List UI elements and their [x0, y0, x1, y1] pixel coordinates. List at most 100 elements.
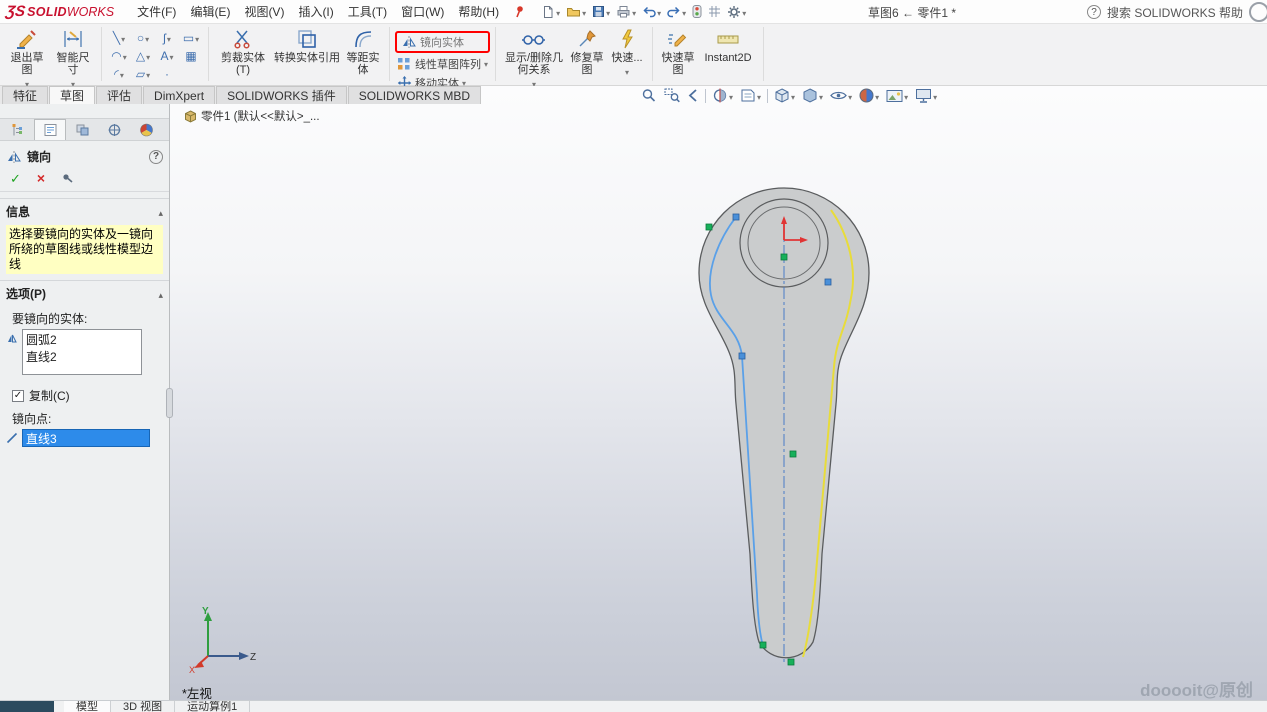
tab-solidworks-addins[interactable]: SOLIDWORKS 插件 [216, 86, 347, 104]
zoom-area-icon[interactable] [663, 88, 681, 103]
dropdown-caret[interactable] [120, 67, 124, 81]
dropdown-caret[interactable] [167, 31, 171, 45]
convert-entities-button[interactable]: 转换实体引用 [272, 26, 342, 77]
help-search-label[interactable]: 搜索 SOLIDWORKS 帮助 [1107, 4, 1243, 21]
panel-splitter-handle[interactable] [166, 388, 173, 418]
entity-item[interactable]: 圆弧2 [26, 331, 138, 348]
mirror-about-field[interactable]: 直线3 [22, 429, 150, 447]
display-manager-tab[interactable] [130, 119, 162, 140]
dropdown-caret[interactable] [848, 89, 852, 103]
dropdown-caret[interactable] [484, 58, 488, 70]
configuration-manager-tab[interactable] [66, 119, 98, 140]
sketch-tool-circle[interactable] [131, 29, 155, 47]
dropdown-caret[interactable] [146, 67, 150, 81]
search-icon[interactable] [1249, 2, 1267, 22]
repair-sketch-button[interactable]: 修复草图 [567, 26, 607, 91]
help-icon[interactable] [1087, 5, 1101, 19]
collapse-chevron-icon[interactable] [158, 287, 163, 301]
trim-entities-button[interactable]: 剪裁实体(T) [214, 26, 272, 77]
menu-view[interactable]: 视图(V) [237, 0, 291, 23]
view-settings-icon[interactable] [914, 88, 938, 103]
dropdown-caret[interactable] [606, 5, 610, 19]
offset-entities-button[interactable]: 等距实体 [342, 26, 384, 77]
dropdown-caret[interactable] [791, 89, 795, 103]
hide-show-items-icon[interactable] [829, 89, 853, 103]
pm-help-icon[interactable] [149, 150, 163, 164]
feature-tree-root[interactable]: 零件1 (默认<<默认>_... [184, 108, 320, 124]
dropdown-caret[interactable] [657, 5, 661, 19]
edit-appearance-icon[interactable] [858, 88, 880, 103]
zoom-fit-icon[interactable] [640, 88, 658, 103]
options-gear-icon[interactable] [725, 4, 748, 20]
sketch-tool-line[interactable] [107, 29, 131, 47]
smart-dimension-button[interactable]: 智能尺寸 [50, 26, 96, 91]
instant2d-button[interactable]: Instant2D [698, 26, 758, 77]
sketch-tool-rectangle[interactable] [179, 29, 203, 47]
previous-view-icon[interactable] [686, 88, 700, 103]
dropdown-caret[interactable] [819, 89, 823, 103]
section-view-icon[interactable] [711, 88, 734, 103]
dropdown-caret[interactable] [632, 5, 636, 19]
cancel-button[interactable]: × [37, 171, 45, 185]
copy-checkbox[interactable] [12, 390, 24, 402]
quick-snaps-button[interactable]: 快速... [607, 26, 647, 91]
dropdown-caret[interactable] [582, 5, 586, 19]
tab-sketch[interactable]: 草图 [49, 86, 95, 104]
dropdown-caret[interactable] [625, 64, 629, 78]
collapse-chevron-icon[interactable] [158, 205, 163, 219]
ok-button[interactable]: ✓ [10, 172, 21, 185]
display-style-icon[interactable] [801, 88, 824, 103]
annotation-views-icon[interactable] [739, 88, 762, 103]
model-tab[interactable]: 模型 [64, 701, 111, 712]
sketch-tool-grid[interactable] [179, 47, 203, 65]
dropdown-caret[interactable] [145, 31, 149, 45]
entity-item[interactable]: 直线2 [26, 348, 138, 365]
sketch-tool-point[interactable] [155, 65, 179, 83]
dropdown-caret[interactable] [757, 89, 761, 103]
exit-sketch-button[interactable]: 退出草图 [4, 26, 50, 91]
linear-sketch-pattern-button[interactable]: 线性草图阵列 [395, 56, 490, 72]
dimxpert-manager-tab[interactable] [98, 119, 130, 140]
motion-study-tab[interactable]: 运动算例1 [175, 701, 250, 712]
property-manager-tab[interactable] [34, 119, 66, 140]
message-section-header[interactable]: 信息 [0, 198, 169, 222]
sketch-grid-icon[interactable] [706, 4, 723, 19]
menu-window[interactable]: 窗口(W) [394, 0, 451, 23]
dropdown-caret[interactable] [904, 89, 908, 103]
tab-solidworks-mbd[interactable]: SOLIDWORKS MBD [348, 86, 481, 104]
dropdown-caret[interactable] [121, 31, 125, 45]
dropdown-caret[interactable] [195, 31, 199, 45]
redo-icon[interactable] [665, 4, 688, 20]
dropdown-caret[interactable] [875, 89, 879, 103]
sketch-tool-fillet[interactable] [107, 65, 131, 83]
options-section-header[interactable]: 选项(P) [0, 280, 169, 304]
sketch-tool-spline[interactable] [155, 29, 179, 47]
dropdown-caret[interactable] [933, 89, 937, 103]
feature-manager-tab[interactable] [2, 119, 34, 140]
sketch-tool-text[interactable] [155, 47, 179, 65]
sketch-tool-arc[interactable] [107, 47, 131, 65]
graphics-viewport[interactable]: 零件1 (默认<<默认>_... [170, 86, 1267, 700]
mirror-entities-button[interactable]: 镜向实体 [395, 31, 490, 53]
dropdown-caret[interactable] [682, 5, 686, 19]
rapid-sketch-button[interactable]: 快速草图 [658, 26, 698, 77]
undo-icon[interactable] [640, 4, 663, 20]
open-icon[interactable] [564, 4, 588, 20]
tab-evaluate[interactable]: 评估 [96, 86, 142, 104]
display-delete-relations-button[interactable]: 显示/删除几何关系 [501, 26, 567, 91]
tab-dimxpert[interactable]: DimXpert [143, 86, 215, 104]
dropdown-caret[interactable] [170, 49, 174, 63]
dropdown-caret[interactable] [146, 49, 150, 63]
menu-tools[interactable]: 工具(T) [341, 0, 394, 23]
menu-edit[interactable]: 编辑(E) [183, 0, 237, 23]
apply-scene-icon[interactable] [885, 89, 909, 103]
menu-help[interactable]: 帮助(H) [451, 0, 506, 23]
rebuild-icon[interactable] [690, 4, 704, 19]
print-icon[interactable] [614, 4, 638, 20]
save-icon[interactable] [590, 4, 612, 20]
pin-menu-icon[interactable] [512, 5, 525, 18]
menu-file[interactable]: 文件(F) [130, 0, 183, 23]
view-orientation-icon[interactable] [773, 88, 796, 103]
pm-pin-icon[interactable] [61, 172, 74, 184]
dropdown-caret[interactable] [556, 5, 560, 19]
